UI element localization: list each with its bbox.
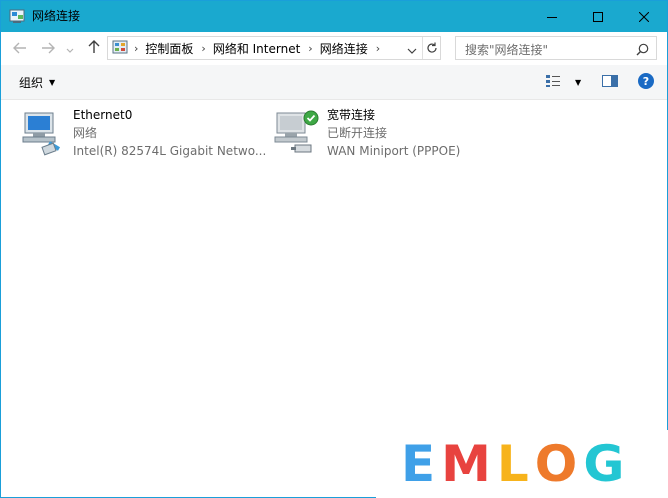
- emlog-watermark: E M L O G: [376, 430, 668, 498]
- watermark-letter: O: [534, 435, 578, 493]
- network-connections-app-icon: [9, 8, 25, 24]
- change-view-button[interactable]: ▼: [545, 73, 585, 91]
- address-history-dropdown[interactable]: [404, 37, 420, 59]
- connection-device: WAN Miniport (PPPOE): [327, 144, 461, 158]
- connection-name: 宽带连接: [327, 108, 376, 122]
- connection-status: 已断开连接: [327, 126, 388, 140]
- chevron-right-icon[interactable]: ›: [201, 42, 205, 55]
- window-title: 网络连接: [32, 9, 81, 23]
- connection-item-broadband[interactable]: 宽带连接 已断开连接 WAN Miniport (PPPOE): [273, 106, 523, 162]
- caret-down-icon: ▼: [575, 77, 582, 87]
- chevron-down-icon: [407, 39, 417, 58]
- explorer-window: 网络连接 › 控制面板 › 网络和 Internet › 网络连接 › 搜索"网…: [0, 0, 668, 498]
- watermark-letter: E: [401, 435, 436, 493]
- watermark-letter: G: [583, 435, 625, 493]
- connection-status: 网络: [73, 126, 98, 140]
- watermark-letter: L: [496, 435, 529, 493]
- preview-pane-icon: [601, 74, 619, 93]
- search-input[interactable]: 搜索"网络连接": [455, 36, 657, 60]
- control-panel-icon: [112, 40, 128, 56]
- close-button[interactable]: [621, 1, 667, 32]
- breadcrumb: › 控制面板 › 网络和 Internet › 网络连接 ›: [134, 37, 387, 59]
- breadcrumb-network-connections[interactable]: 网络连接: [320, 40, 368, 57]
- connection-device: Intel(R) 82574L Gigabit Netwo...: [73, 144, 267, 158]
- connection-item-ethernet0[interactable]: Ethernet0 网络 Intel(R) 82574L Gigabit Net…: [19, 106, 269, 162]
- navigation-bar: › 控制面板 › 网络和 Internet › 网络连接 › 搜索"网络连接": [1, 32, 667, 65]
- arrow-right-icon: [41, 39, 55, 58]
- forward-button[interactable]: [37, 37, 59, 59]
- connection-details: Ethernet0 网络 Intel(R) 82574L Gigabit Net…: [73, 106, 266, 160]
- command-bar: 组织 ▼ ▼ ?: [1, 65, 667, 100]
- maximize-button[interactable]: [575, 1, 621, 32]
- search-placeholder: 搜索"网络连接": [465, 43, 549, 57]
- chevron-right-icon[interactable]: ›: [134, 42, 138, 55]
- watermark-letter: M: [441, 435, 491, 493]
- minimize-button[interactable]: [529, 1, 575, 32]
- ethernet-adapter-icon: [19, 109, 67, 157]
- refresh-button[interactable]: [422, 37, 441, 59]
- connection-name: Ethernet0: [73, 108, 133, 122]
- title-bar[interactable]: 网络连接: [1, 1, 667, 32]
- address-bar[interactable]: › 控制面板 › 网络和 Internet › 网络连接 ›: [107, 36, 441, 60]
- arrow-up-icon: [88, 39, 100, 58]
- back-button[interactable]: [9, 37, 31, 59]
- breadcrumb-control-panel[interactable]: 控制面板: [145, 40, 193, 57]
- up-button[interactable]: [83, 37, 105, 59]
- watermark-logo: E M L O G: [401, 436, 630, 492]
- help-button[interactable]: ?: [638, 73, 654, 89]
- chevron-right-icon[interactable]: ›: [308, 42, 312, 55]
- chevron-right-icon[interactable]: ›: [376, 42, 380, 55]
- refresh-icon: [426, 39, 438, 58]
- preview-pane-button[interactable]: [601, 73, 619, 91]
- search-icon[interactable]: [636, 41, 649, 60]
- chevron-down-icon: [66, 39, 74, 58]
- connection-details: 宽带连接 已断开连接 WAN Miniport (PPPOE): [327, 106, 460, 160]
- breadcrumb-network-internet[interactable]: 网络和 Internet: [213, 40, 300, 57]
- arrow-left-icon: [13, 39, 27, 58]
- organize-label: 组织: [19, 76, 44, 90]
- recent-locations-button[interactable]: [63, 37, 77, 59]
- caret-down-icon: ▼: [49, 78, 56, 87]
- details-view-icon: [545, 73, 561, 92]
- broadband-connection-icon: [273, 109, 321, 157]
- organize-menu-button[interactable]: 组织 ▼: [19, 74, 55, 91]
